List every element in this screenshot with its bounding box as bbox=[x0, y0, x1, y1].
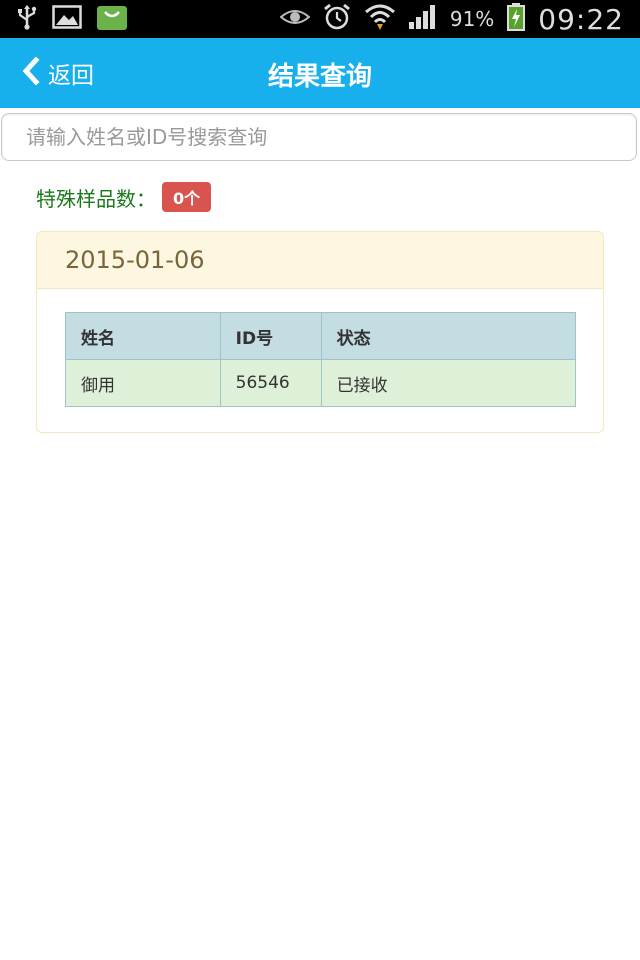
signal-icon bbox=[408, 4, 438, 34]
search-input[interactable] bbox=[2, 114, 636, 160]
special-sample-label: 特殊样品数： bbox=[36, 186, 156, 211]
result-table: 姓名 ID号 状态 御用 56546 已接收 bbox=[65, 312, 577, 407]
battery-charging-icon bbox=[506, 2, 526, 36]
wifi-icon bbox=[364, 2, 396, 36]
usb-icon bbox=[16, 4, 38, 34]
alarm-icon bbox=[322, 2, 352, 36]
result-card-header: 2015-01-06 bbox=[37, 232, 603, 289]
result-card: 2015-01-06 姓名 ID号 状态 御用 56546 已接收 bbox=[36, 231, 604, 433]
special-sample-count: 特殊样品数： 0个 bbox=[36, 182, 212, 212]
cell-id: 56546 bbox=[219, 359, 322, 407]
app-header: 返回 结果查询 bbox=[0, 38, 640, 108]
battery-percent: 91% bbox=[449, 7, 495, 31]
column-header-id: ID号 bbox=[219, 312, 322, 360]
cell-name: 御用 bbox=[65, 359, 221, 407]
shopping-bag-icon bbox=[96, 3, 128, 35]
page-title: 结果查询 bbox=[267, 62, 372, 92]
cell-status: 已接收 bbox=[320, 359, 577, 407]
column-header-name: 姓名 bbox=[65, 312, 221, 360]
table-header-row: 姓名 ID号 状态 bbox=[65, 312, 577, 360]
status-bar: 91% 09:22 bbox=[0, 0, 640, 38]
search-box bbox=[1, 113, 637, 161]
special-sample-badge: 0个 bbox=[162, 182, 212, 212]
result-date: 2015-01-06 bbox=[65, 246, 205, 274]
image-icon bbox=[52, 5, 82, 33]
clock-time: 09:22 bbox=[538, 2, 624, 36]
table-row[interactable]: 御用 56546 已接收 bbox=[65, 359, 577, 407]
column-header-status: 状态 bbox=[320, 312, 577, 360]
eye-icon bbox=[279, 7, 311, 31]
